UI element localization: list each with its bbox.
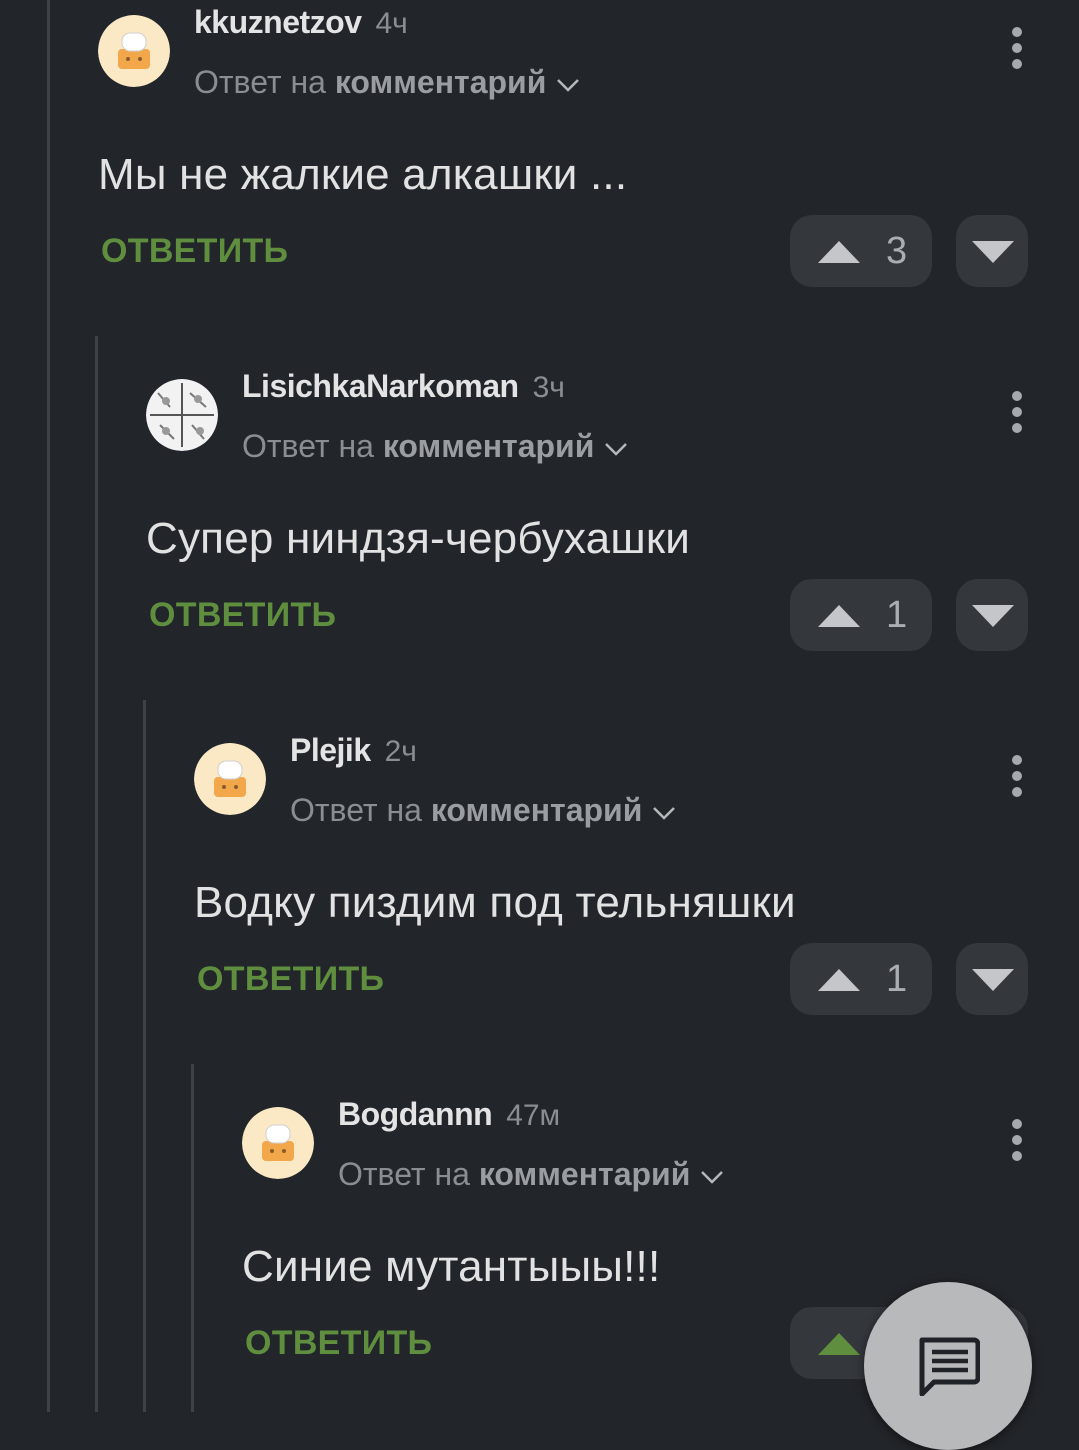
comment-time: 47м	[506, 1099, 561, 1132]
comment: Plejik 2ч Ответ на комментарий Водку пизд…	[194, 728, 1079, 1028]
arrow-down-icon	[970, 603, 1016, 634]
arrow-down-icon	[970, 239, 1016, 270]
comment-text: Синие мутантыыы!!!	[242, 1242, 661, 1291]
thread-line-level-2	[95, 336, 98, 1412]
thread-line-level-3	[143, 700, 146, 1412]
arrow-up-icon	[816, 967, 862, 998]
upvote-button[interactable]: 3	[790, 215, 932, 287]
more-vert-icon[interactable]	[999, 24, 1035, 72]
arrow-up-icon	[816, 239, 862, 270]
arrow-down-icon	[970, 967, 1016, 998]
new-comment-fab[interactable]	[864, 1282, 1032, 1450]
downvote-button[interactable]	[956, 943, 1028, 1015]
upvote-button[interactable]: 1	[790, 943, 932, 1015]
upvote-count: 1	[886, 594, 908, 636]
arrow-up-icon	[816, 1331, 862, 1362]
parent-comment-link[interactable]: комментарий	[335, 64, 547, 100]
reply-prefix: Ответ на	[242, 428, 374, 464]
avatar[interactable]	[242, 1107, 314, 1179]
reply-prefix: Ответ на	[290, 792, 422, 828]
comment-icon	[919, 1337, 980, 1396]
more-vert-icon[interactable]	[999, 1116, 1035, 1164]
reply-button[interactable]: ОТВЕТИТЬ	[149, 596, 336, 635]
thread-line-level-4	[191, 1064, 194, 1412]
author-name[interactable]: Bogdannn	[338, 1096, 493, 1132]
comment-text: Водку пиздим под тельняшки	[194, 878, 796, 927]
reply-button[interactable]: ОТВЕТИТЬ	[101, 232, 288, 271]
chevron-down-icon[interactable]	[700, 1152, 724, 1196]
upvote-count: 3	[886, 230, 908, 272]
chevron-down-icon[interactable]	[652, 788, 676, 832]
avatar[interactable]	[98, 15, 170, 87]
comment-time: 3ч	[532, 371, 565, 404]
parent-comment-link[interactable]: комментарий	[383, 428, 595, 464]
upvote-button[interactable]: 1	[790, 579, 932, 651]
parent-comment-link[interactable]: комментарий	[431, 792, 643, 828]
reply-prefix: Ответ на	[194, 64, 326, 100]
avatar[interactable]	[146, 379, 218, 451]
avatar[interactable]	[194, 743, 266, 815]
more-vert-icon[interactable]	[999, 752, 1035, 800]
author-name[interactable]: Plejik	[290, 732, 371, 768]
comment: LisichkaNarkoman 3ч Ответ на комментарий …	[146, 364, 1079, 664]
comment-time: 4ч	[375, 7, 408, 40]
chevron-down-icon[interactable]	[556, 60, 580, 104]
comment-text: Супер ниндзя-чербухашки	[146, 514, 691, 563]
more-vert-icon[interactable]	[999, 388, 1035, 436]
author-name[interactable]: kkuznetzov	[194, 4, 362, 40]
author-name[interactable]: LisichkaNarkoman	[242, 368, 519, 404]
comment-time: 2ч	[384, 735, 417, 768]
upvote-count: 1	[886, 958, 908, 1000]
downvote-button[interactable]	[956, 215, 1028, 287]
arrow-up-icon	[816, 603, 862, 634]
reply-button[interactable]: ОТВЕТИТЬ	[197, 960, 384, 999]
chevron-down-icon[interactable]	[604, 424, 628, 468]
reply-button[interactable]: ОТВЕТИТЬ	[245, 1324, 432, 1363]
thread-line-level-1	[47, 0, 50, 1412]
comment-text: Мы не жалкие алкашки ...	[98, 150, 628, 199]
reply-prefix: Ответ на	[338, 1156, 470, 1192]
parent-comment-link[interactable]: комментарий	[479, 1156, 691, 1192]
downvote-button[interactable]	[956, 579, 1028, 651]
